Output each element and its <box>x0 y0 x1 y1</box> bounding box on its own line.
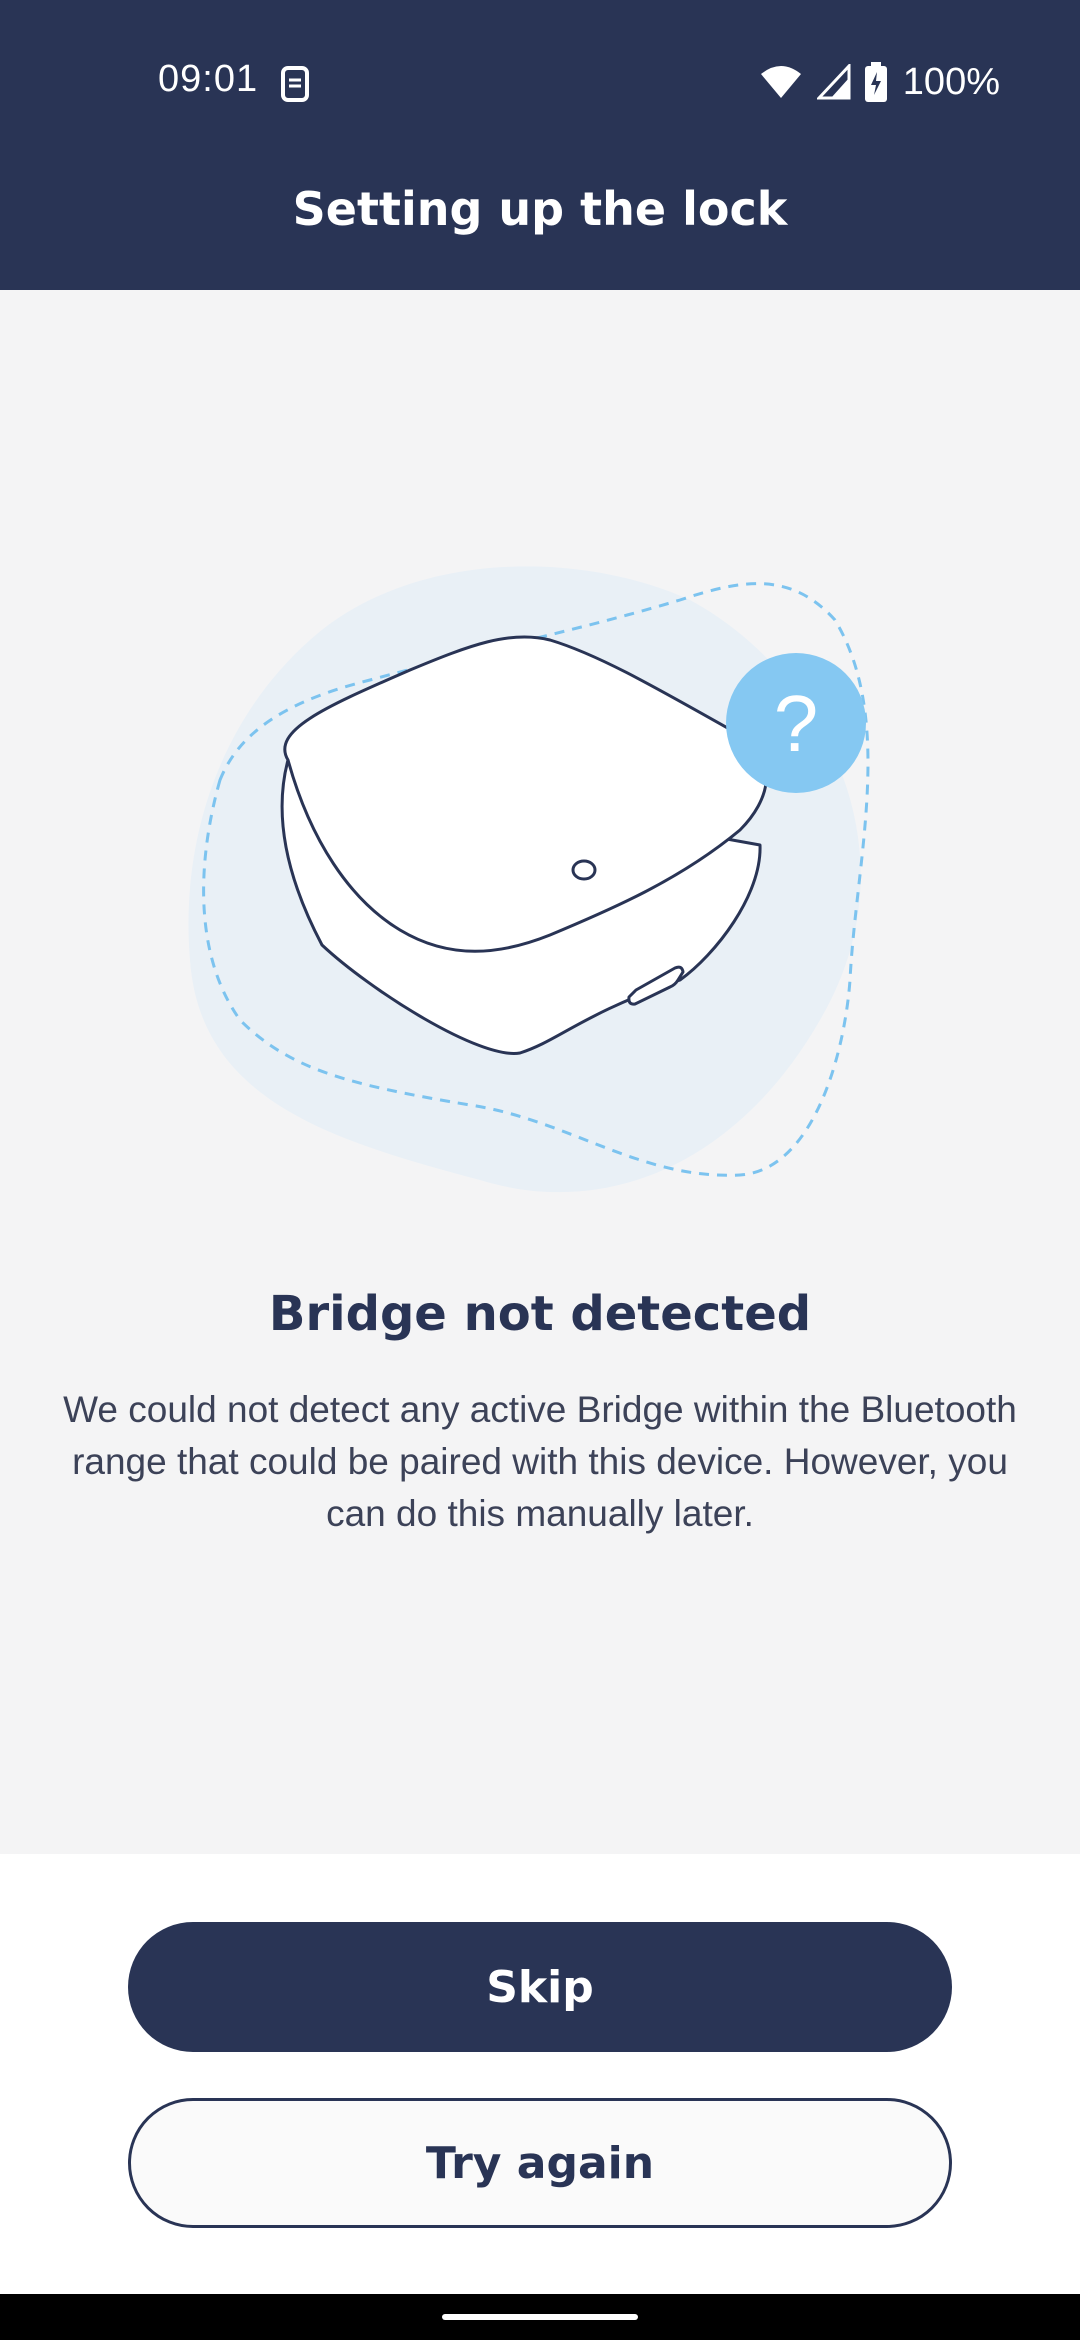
bridge-illustration: ? <box>188 566 870 1193</box>
battery-level: 100% <box>902 60 1000 103</box>
home-handle[interactable] <box>442 2314 638 2320</box>
question-mark: ? <box>774 679 819 768</box>
page-title: Setting up the lock <box>292 182 788 236</box>
status-time: 09:01 <box>158 58 259 100</box>
wifi-icon <box>760 66 801 98</box>
top-app-bar: 09:01 100% Setting up the lock <box>0 0 1080 290</box>
battery-icon <box>864 62 887 102</box>
navigation-bar <box>0 2294 1080 2340</box>
content-title: Bridge not detected <box>268 1286 812 1342</box>
sim-icon <box>281 66 309 102</box>
action-area <box>0 1854 1080 2294</box>
content-description: We could not detect any active Bridge wi… <box>63 1389 1017 1534</box>
skip-button[interactable]: Skip <box>128 1922 952 2052</box>
status-icons: 100% <box>759 58 1000 106</box>
signal-icon <box>816 64 851 100</box>
try-again-button[interactable]: Try again <box>128 2098 952 2228</box>
